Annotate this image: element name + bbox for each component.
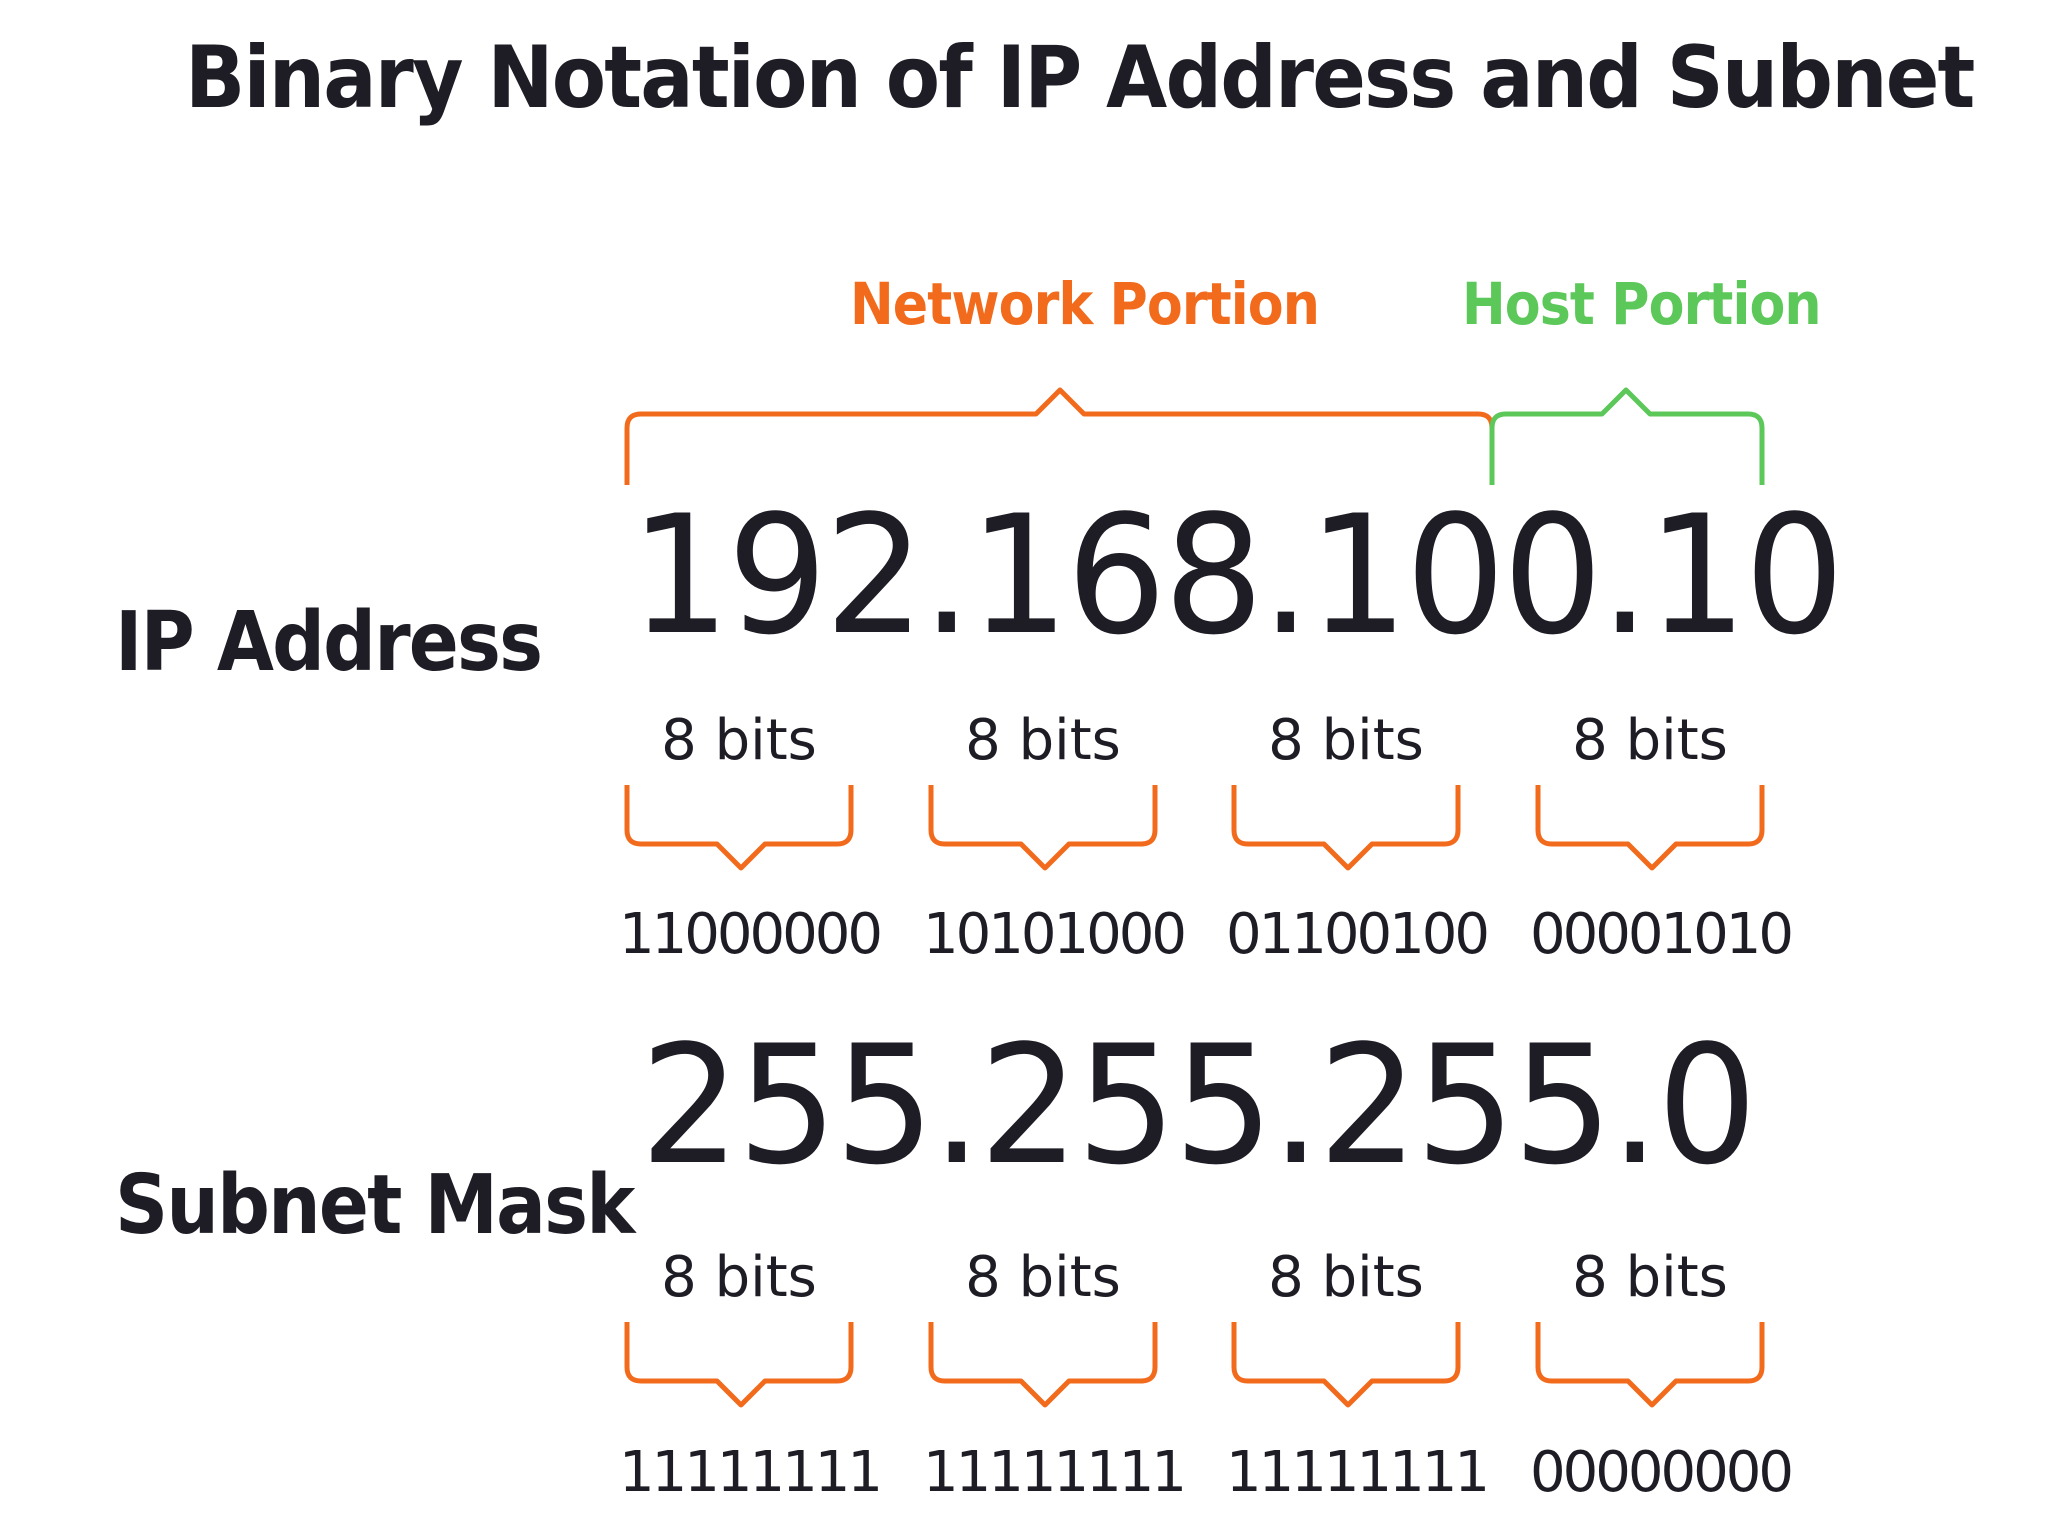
ip-address-label: IP Address [115,595,543,690]
ip-octet-brace-2 [928,785,1158,871]
mask-octet-3-binary: 11111111 [1226,1440,1490,1505]
ip-octet-brace-1 [624,785,854,871]
mask-octet-3-bits: 8 bits [1268,1245,1424,1310]
mask-octet-2-bits: 8 bits [965,1245,1121,1310]
mask-octet-brace-3 [1231,1322,1461,1408]
subnet-mask-label: Subnet Mask [115,1158,635,1253]
ip-octet-3-binary: 01100100 [1226,902,1490,967]
network-portion-brace [624,387,1495,485]
mask-octet-brace-2 [928,1322,1158,1408]
host-portion-brace [1489,387,1765,485]
ip-octet-braces [624,785,1765,871]
ip-octet-brace-3 [1231,785,1461,871]
mask-octet-braces [624,1322,1765,1408]
mask-octet-1-binary: 11111111 [619,1440,883,1505]
mask-octet-2-binary: 11111111 [923,1440,1187,1505]
ip-octet-brace-4 [1535,785,1765,871]
subnet-mask-value: 255.255.255.0 [640,1010,1757,1201]
ip-octet-1-bits: 8 bits [661,708,817,773]
mask-octet-4-bits: 8 bits [1572,1245,1728,1310]
ip-octet-2-bits: 8 bits [965,708,1121,773]
ip-octet-1-binary: 11000000 [619,902,883,967]
mask-octet-1-bits: 8 bits [661,1245,817,1310]
ip-octet-2-binary: 10101000 [923,902,1187,967]
mask-octet-4-binary: 00000000 [1530,1440,1794,1505]
ip-octet-4-binary: 00001010 [1530,902,1794,967]
ip-octet-3-bits: 8 bits [1268,708,1424,773]
ip-address-value: 192.168.100.10 [630,480,1845,671]
ip-octet-4-bits: 8 bits [1572,708,1728,773]
mask-octet-brace-1 [624,1322,854,1408]
mask-octet-brace-4 [1535,1322,1765,1408]
